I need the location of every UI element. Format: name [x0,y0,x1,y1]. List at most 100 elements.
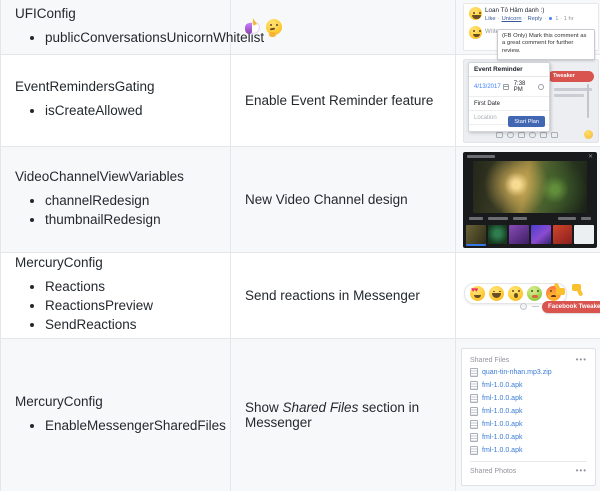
heart-eyes-emoji[interactable] [470,285,485,301]
description-text: Send reactions in Messenger [245,288,420,303]
emoji-picker-icon[interactable] [584,130,593,139]
attachment-icon[interactable] [540,131,547,138]
calendar-icon[interactable] [502,83,509,90]
fb-comment-screenshot: Loan Tỏ Hâm danh :) Like · Unicorn · Rep… [463,3,599,60]
file-link[interactable]: fml-1.0.0.apk [482,395,522,402]
param-item: channelRedesign [45,193,220,208]
laughing-emoji[interactable] [489,285,504,301]
video-thumbnail[interactable] [509,225,530,244]
dot-separator: · [544,15,547,22]
config-name: MercuryConfig [15,393,103,409]
file-link[interactable]: quan-tin-nhan.mp3.zip [482,369,552,376]
cell-config: MercuryConfig EnableMessengerSharedFiles [1,339,231,491]
thumbs-up-emoji[interactable] [552,283,566,297]
cell-description: New Video Channel design [231,147,456,252]
time-control-placeholder [581,217,591,220]
sticker-icon[interactable] [507,131,514,138]
table-row: MercuryConfig EnableMessengerSharedFiles… [1,338,600,491]
file-link[interactable]: fml-1.0.0.apk [482,408,522,415]
file-icon [470,446,478,455]
description-text: Enable Event Reminder feature [245,93,434,108]
dot-separator: · [497,15,500,22]
table-row: MercuryConfig Reactions ReactionsPreview… [1,252,600,338]
param-item: ReactionsPreview [45,298,220,313]
param-item: publicConversationsUnicornWhitelist [45,30,264,45]
cell-config: UFIConfig publicConversationsUnicornWhit… [1,0,264,54]
video-thumbnail-strip [463,224,597,245]
cell-description [231,0,456,54]
video-thumbnail[interactable] [487,225,508,244]
file-icon [470,394,478,403]
file-icon [470,381,478,390]
shared-files-header: Shared Files [470,356,510,364]
video-thumbnail[interactable] [531,225,551,244]
camera-icon[interactable] [496,131,503,138]
like-link[interactable]: Like [485,16,496,22]
cell-config: MercuryConfig Reactions ReactionsPreview… [1,253,231,338]
video-frame[interactable] [473,161,587,213]
clock-icon[interactable] [538,83,544,90]
smiling-emoji [469,25,482,39]
video-thumbnail-selected[interactable] [466,225,486,244]
divider [470,461,587,462]
ellipsis-menu-icon[interactable]: ••• [576,356,587,364]
video-channel-screenshot: ✕ [463,152,597,248]
gif-icon[interactable] [518,131,525,138]
reaction-toggle-icon[interactable] [520,302,527,310]
fb-only-tooltip: (FB Only) Mark this comment as a great c… [497,29,595,60]
tweaker-badge[interactable]: Tweaker [548,71,594,82]
dot-separator: · [523,15,526,22]
comment-timestamp: 1 · 1 hr [555,15,574,22]
comment-control-placeholder[interactable] [488,217,508,220]
description-text: Show Shared Files section in Messenger [245,400,420,430]
unicorn-link[interactable]: Unicorn [502,16,522,22]
time-input[interactable]: 7:38 PM [514,81,536,93]
cell-preview: ✕ [456,147,600,252]
param-item: SendReactions [45,317,220,332]
event-name-field[interactable]: First Date [469,97,549,111]
unicorn-emoji [245,20,261,35]
table-row: UFIConfig publicConversationsUnicornWhit… [1,0,600,60]
file-icon [470,420,478,429]
video-thumbnail[interactable] [574,225,595,244]
thinking-face-emoji [266,19,282,37]
nauseated-emoji[interactable] [527,285,542,301]
file-link[interactable]: fml-1.0.0.apk [482,382,522,389]
comment-author: Loan Tỏ Hâm danh :) [485,7,545,14]
follow-control-placeholder[interactable] [558,217,576,220]
wow-emoji[interactable] [508,285,523,301]
cell-description: Show Shared Files section in Messenger [231,339,456,491]
facebook-tweaker-badge[interactable]: Facebook Tweaker [542,300,600,313]
like-control-placeholder[interactable] [469,217,483,220]
thumbs-down-emoji[interactable] [571,283,585,297]
feature-flags-table: UFIConfig publicConversationsUnicornWhit… [0,0,600,491]
ellipsis-menu-icon[interactable]: ••• [576,467,587,475]
start-plan-button[interactable]: Start Plan [508,116,545,127]
mic-icon[interactable] [529,131,536,138]
reply-link[interactable]: Reply [528,16,543,22]
param-item: thumbnailRedesign [45,212,220,227]
reactions-screenshot: Facebook Tweaker [460,261,600,331]
param-item: isCreateAllowed [45,103,220,118]
cell-preview: Facebook Tweaker [456,253,600,338]
calendar-shortcut-icon[interactable] [551,131,558,138]
cell-description: Send reactions in Messenger [231,253,456,338]
video-thumbnail[interactable] [552,225,573,244]
table-row: EventRemindersGating isCreateAllowed Ena… [1,54,600,146]
file-link[interactable]: fml-1.0.0.apk [482,421,522,428]
config-name: EventRemindersGating [15,79,155,94]
file-icon [470,407,478,416]
cell-config: EventRemindersGating isCreateAllowed [1,55,231,146]
config-name: VideoChannelViewVariables [15,168,184,184]
close-icon[interactable]: ✕ [588,154,593,160]
param-item: EnableMessengerSharedFiles [45,418,226,433]
file-link[interactable]: fml-1.0.0.apk [482,447,522,454]
cell-preview: Tweaker Event Reminder 4/13/2017 7:38 PM… [456,55,600,146]
reaction-count-icon [548,16,554,21]
file-icon [470,368,478,377]
share-control-placeholder[interactable] [513,217,527,220]
file-link[interactable]: fml-1.0.0.apk [482,434,522,441]
cell-preview: Shared Files ••• quan-tin-nhan.mp3.zip f… [456,339,600,491]
date-input[interactable]: 4/13/2017 [474,84,501,90]
scrollbar[interactable] [587,84,589,118]
